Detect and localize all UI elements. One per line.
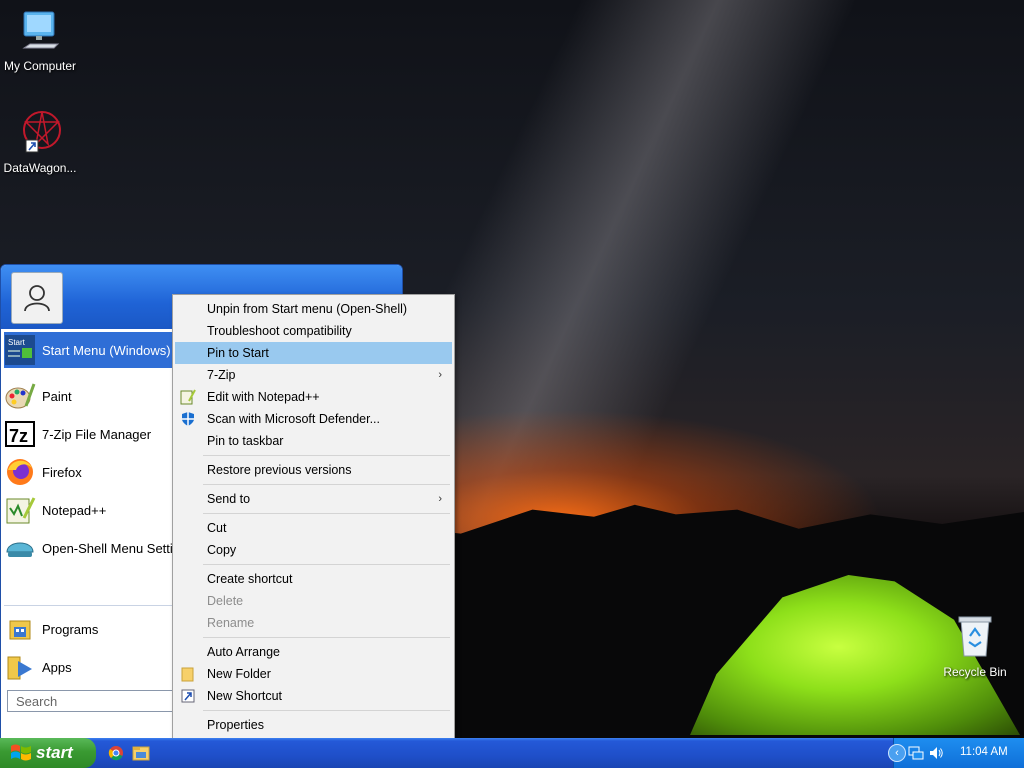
start-search-input[interactable]: Search: [7, 690, 175, 712]
firefox-icon: [4, 456, 36, 488]
ctx-item-label: Rename: [207, 616, 255, 630]
ctx-scan-with-defender[interactable]: Scan with Microsoft Defender...: [175, 408, 452, 430]
ctx-unpin-from-start[interactable]: Unpin from Start menu (Open-Shell): [175, 298, 452, 320]
notepadpp-icon: [180, 389, 196, 405]
ctx-separator: [203, 513, 450, 514]
start-menu-icon: Start: [4, 334, 36, 366]
ctx-new-shortcut[interactable]: New Shortcut: [175, 685, 452, 707]
svg-text:7z: 7z: [9, 426, 28, 446]
start-item-label: 7-Zip File Manager: [42, 426, 152, 442]
start-button-label: start: [36, 743, 73, 762]
start-item-label: Firefox: [42, 464, 82, 480]
start-menu-divider: [4, 605, 172, 606]
ctx-pin-to-taskbar[interactable]: Pin to taskbar: [175, 430, 452, 452]
ctx-separator: [203, 710, 450, 711]
ctx-item-label: Pin to Start: [207, 346, 269, 360]
context-menu: Unpin from Start menu (Open-Shell) Troub…: [172, 294, 455, 740]
start-item-label: Paint: [42, 388, 72, 404]
programs-icon: [4, 613, 36, 645]
ctx-item-label: Troubleshoot compatibility: [207, 324, 352, 338]
desktop-icon-my-computer[interactable]: My Computer: [0, 10, 80, 73]
ctx-item-label: Send to: [207, 492, 251, 506]
start-item-label: Start Menu (Windows): [42, 342, 171, 358]
ctx-item-label: Pin to taskbar: [207, 434, 284, 448]
paint-icon: [4, 380, 36, 412]
folder-icon: [180, 666, 196, 682]
ctx-rename: Rename: [175, 612, 452, 634]
ctx-item-label: Create shortcut: [207, 572, 293, 586]
apps-icon: [4, 651, 36, 683]
ctx-separator: [203, 455, 450, 456]
windows-logo-icon: [11, 744, 31, 761]
ctx-item-label: Restore previous versions: [207, 463, 352, 477]
ctx-new-folder[interactable]: New Folder: [175, 663, 452, 685]
ctx-7zip[interactable]: 7-Zip ›: [175, 364, 452, 386]
show-hidden-icons-chevron-icon[interactable]: ‹: [888, 744, 906, 762]
chrome-taskbar-icon[interactable]: [108, 745, 124, 764]
ctx-item-label: Cut: [207, 521, 227, 535]
ctx-edit-with-notepadpp[interactable]: Edit with Notepad++: [175, 386, 452, 408]
desktop-icon-label: Recycle Bin: [943, 665, 1007, 679]
datawagon-icon: [0, 108, 80, 157]
ctx-item-label: 7-Zip: [207, 368, 236, 382]
ctx-send-to[interactable]: Send to ›: [175, 488, 452, 510]
desktop-icon-datawagon[interactable]: DataWagon...: [0, 108, 80, 175]
system-tray: ‹ 11:04 AM: [888, 738, 1024, 768]
ctx-item-label: Edit with Notepad++: [207, 390, 320, 404]
start-button[interactable]: start: [0, 738, 96, 768]
network-icon[interactable]: [908, 745, 924, 764]
file-explorer-taskbar-icon[interactable]: [132, 745, 150, 764]
user-icon: [24, 285, 50, 312]
7zip-icon: 7z: [4, 418, 36, 450]
ctx-properties[interactable]: Properties: [175, 714, 452, 736]
start-item-label: Open-Shell Menu Setti: [42, 540, 173, 556]
desktop-icon-label: DataWagon...: [3, 161, 77, 175]
user-avatar[interactable]: [11, 272, 63, 324]
ctx-item-label: Properties: [207, 718, 264, 732]
submenu-arrow-icon: ›: [438, 369, 442, 381]
ctx-create-shortcut[interactable]: Create shortcut: [175, 568, 452, 590]
submenu-arrow-icon: ›: [438, 493, 442, 505]
ctx-separator: [203, 484, 450, 485]
notepadpp-icon: [4, 494, 36, 526]
ctx-item-label: New Shortcut: [207, 689, 283, 703]
start-item-label: Programs: [42, 621, 99, 637]
ctx-pin-to-start[interactable]: Pin to Start: [175, 342, 452, 364]
ctx-item-label: Delete: [207, 594, 244, 608]
ctx-troubleshoot-compatibility[interactable]: Troubleshoot compatibility: [175, 320, 452, 342]
volume-icon[interactable]: [928, 745, 944, 764]
ctx-cut[interactable]: Cut: [175, 517, 452, 539]
svg-text:Start: Start: [8, 338, 26, 347]
ctx-auto-arrange[interactable]: Auto Arrange: [175, 641, 452, 663]
clock[interactable]: 11:04 AM: [960, 746, 1008, 758]
openshell-icon: [4, 532, 36, 564]
desktop-icon-label: My Computer: [3, 59, 77, 73]
desktop-icon-recycle-bin[interactable]: Recycle Bin: [935, 614, 1015, 679]
recycle-bin-icon: [935, 614, 1015, 661]
defender-shield-icon: [180, 411, 196, 427]
ctx-item-label: New Folder: [207, 667, 271, 681]
taskbar: start ‹ 11:04 AM: [0, 738, 1024, 768]
ctx-delete: Delete: [175, 590, 452, 612]
ctx-copy[interactable]: Copy: [175, 539, 452, 561]
ctx-separator: [203, 564, 450, 565]
start-item-label: Notepad++: [42, 502, 107, 518]
ctx-item-label: Copy: [207, 543, 237, 557]
ctx-separator: [203, 637, 450, 638]
shortcut-arrow-icon: [180, 688, 196, 704]
computer-icon: [0, 10, 80, 55]
start-item-label: Apps: [42, 659, 72, 675]
ctx-item-label: Unpin from Start menu (Open-Shell): [207, 302, 408, 316]
ctx-item-label: Scan with Microsoft Defender...: [207, 412, 380, 426]
ctx-restore-previous-versions[interactable]: Restore previous versions: [175, 459, 452, 481]
ctx-item-label: Auto Arrange: [207, 645, 280, 659]
